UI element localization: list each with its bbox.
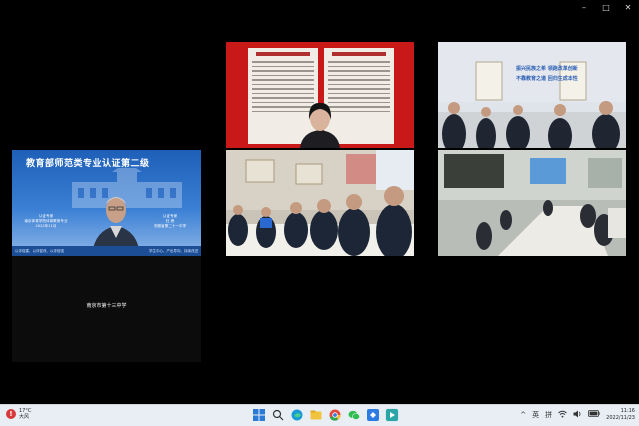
volume-icon[interactable]: [573, 410, 582, 420]
clock-date: 2022/11/23: [606, 414, 635, 421]
left-info-line: 2022年11月: [35, 224, 57, 229]
maximize-button[interactable]: □: [595, 0, 617, 14]
wall-slogan: 振兴民族之希 领跑改革创新 不靠教育之道 回归生成本性: [516, 64, 578, 84]
ime-language-indicator[interactable]: 英: [532, 410, 539, 420]
slogan-right: 学生中心、产出导向、持续改进: [149, 248, 198, 253]
classroom-scene-top: [438, 42, 626, 148]
chrome-browser-icon[interactable]: [328, 408, 342, 422]
weather-alert-icon: !: [6, 409, 16, 419]
certification-banner: 教育部师范类专业认证第二级 认证专家 南京体育学院体育教育专业 2022年11月…: [12, 150, 201, 256]
banner-left-info: 认证专家 南京体育学院体育教育专业 2022年11月: [16, 214, 76, 230]
wall-slogan-line: 不靠教育之道 回归生成本性: [516, 76, 578, 82]
taskbar: ! 17°C 大风 ^ 英 拼 11:16 2022/11/23: [0, 404, 639, 426]
windows-start-icon[interactable]: [252, 408, 266, 422]
main-speaker-tile[interactable]: 教育部师范类专业认证第二级 认证专家 南京体育学院体育教育专业 2022年11月…: [12, 150, 201, 362]
file-explorer-icon[interactable]: [309, 408, 323, 422]
banner-right-info: 认证专家 杜 睿 安徽省第二十一中学: [140, 214, 200, 230]
ime-mode-indicator[interactable]: 拼: [545, 410, 552, 420]
system-tray: ^ 英 拼 11:16 2022/11/23: [520, 408, 635, 421]
banner-heading: 教育部师范类专业认证第二级: [26, 159, 150, 169]
taskbar-apps: [252, 408, 399, 422]
network-icon[interactable]: [558, 410, 567, 420]
document-presenter-tile[interactable]: [226, 42, 414, 148]
wechat-icon[interactable]: [347, 408, 361, 422]
video-conference-screen: – □ ✕ 教育部师范类专业认证第二级 认证专家 南京体育学院体育教育专业 20…: [0, 0, 639, 426]
presenter-person: [300, 102, 340, 148]
search-icon[interactable]: [271, 408, 285, 422]
clock[interactable]: 11:16 2022/11/23: [606, 408, 635, 421]
window-controls: – □ ✕: [573, 0, 639, 14]
classroom-scene-bottom: [438, 150, 626, 256]
slogan-left: 以评促建、以评促改、以评促强: [15, 248, 64, 253]
media-app-icon[interactable]: [385, 408, 399, 422]
conference-room-scene: [226, 150, 414, 256]
classroom-tile-top[interactable]: 振兴民族之希 领跑改革创新 不靠教育之道 回归生成本性: [438, 42, 626, 148]
conference-room-tile[interactable]: [226, 150, 414, 256]
wall-slogan-line: 振兴民族之希 领跑改革创新: [516, 66, 578, 72]
close-button[interactable]: ✕: [617, 0, 639, 14]
speaker-person: [92, 197, 140, 256]
tray-overflow-chevron[interactable]: ^: [520, 411, 526, 419]
right-info-line: 安徽省第二十一中学: [153, 224, 187, 229]
weather-widget[interactable]: ! 17°C 大风: [6, 408, 31, 420]
battery-icon[interactable]: [588, 410, 600, 419]
minimize-button[interactable]: –: [573, 0, 595, 14]
classroom-tile-bottom[interactable]: [438, 150, 626, 256]
participant-name: 南京市第十三中学: [86, 303, 127, 309]
weather-text: 17°C 大风: [19, 408, 31, 420]
weather-condition: 大风: [19, 414, 30, 420]
edge-browser-icon[interactable]: [290, 408, 304, 422]
tencent-meeting-icon[interactable]: [366, 408, 380, 422]
banner-slogan-strip: 以评促建、以评促改、以评促强 学生中心、产出导向、持续改进: [12, 246, 201, 256]
